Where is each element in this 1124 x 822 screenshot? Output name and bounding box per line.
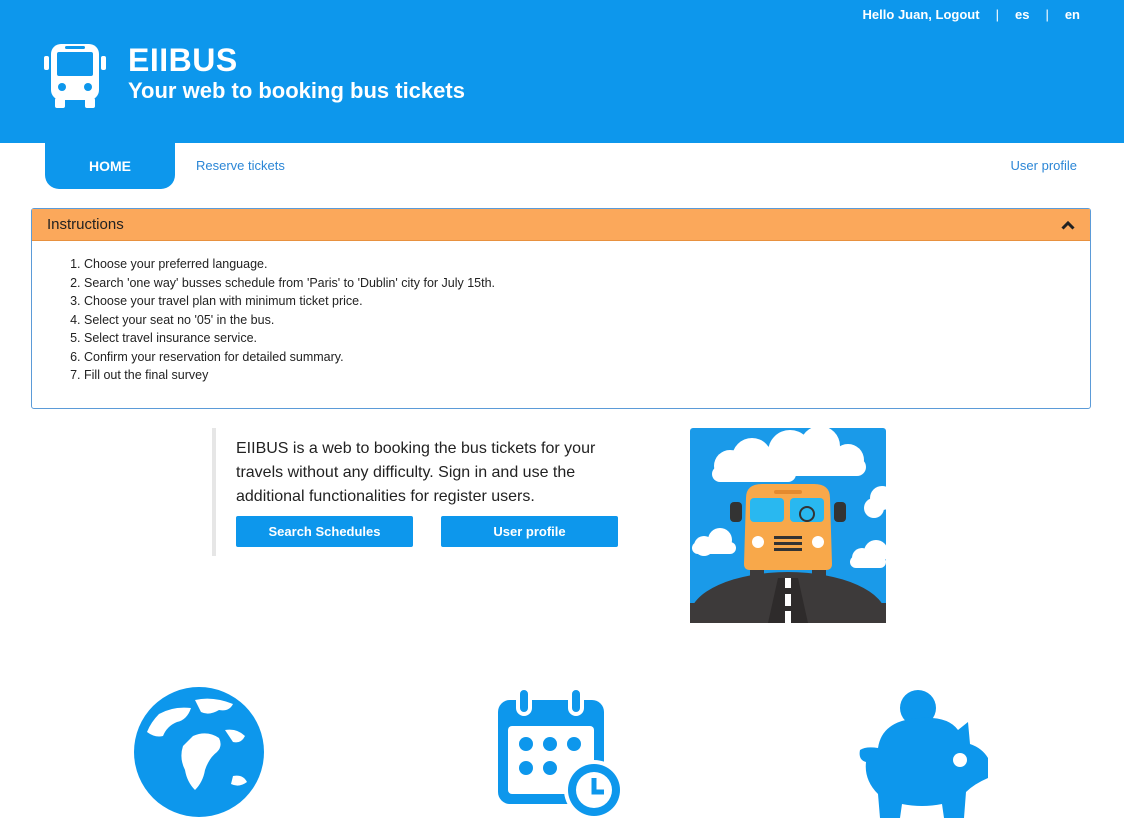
brand-title: EIIBUS (128, 42, 238, 78)
list-item: Confirm your reservation for detailed su… (84, 348, 1090, 367)
list-item: Select travel insurance service. (84, 329, 1090, 348)
school-bus-illustration (690, 428, 886, 623)
search-schedules-button[interactable]: Search Schedules (236, 516, 413, 547)
separator: | (1045, 7, 1049, 22)
calendar-clock-icon (498, 686, 624, 820)
list-item: Search 'one way' busses schedule from 'P… (84, 274, 1090, 293)
globe-icon (134, 687, 264, 817)
site-header: Hello Juan, Logout | es | en EIIBUS Your… (0, 0, 1124, 143)
list-item: Choose your preferred language. (84, 255, 1090, 274)
chevron-up-icon[interactable] (1061, 220, 1075, 230)
logout-link[interactable]: Logout (936, 7, 980, 22)
bus-icon (44, 44, 106, 108)
instructions-list: Choose your preferred language. Search '… (32, 241, 1090, 385)
list-item: Choose your travel plan with minimum tic… (84, 292, 1090, 311)
instructions-header[interactable]: Instructions (32, 209, 1090, 241)
instructions-panel: Instructions Choose your preferred langu… (31, 208, 1091, 409)
user-profile-button[interactable]: User profile (441, 516, 618, 547)
piggy-bank-icon (859, 690, 988, 818)
language-en-link[interactable]: en (1065, 7, 1080, 22)
promo-description: EIIBUS is a web to booking the bus ticke… (236, 440, 596, 505)
instructions-title: Instructions (47, 216, 124, 233)
list-item: Fill out the final survey (84, 366, 1090, 385)
greeting-text: Hello Juan, (862, 7, 932, 22)
promo-divider (212, 428, 216, 556)
language-es-link[interactable]: es (1015, 7, 1029, 22)
separator: | (995, 7, 999, 22)
list-item: Select your seat no '05' in the bus. (84, 311, 1090, 330)
nav-user-profile[interactable]: User profile (1011, 158, 1077, 173)
user-bar: Hello Juan, Logout | es | en (863, 7, 1080, 22)
nav-reserve-tickets[interactable]: Reserve tickets (196, 158, 285, 173)
nav-home-tab[interactable]: HOME (45, 143, 175, 189)
brand-subtitle: Your web to booking bus tickets (128, 78, 465, 103)
